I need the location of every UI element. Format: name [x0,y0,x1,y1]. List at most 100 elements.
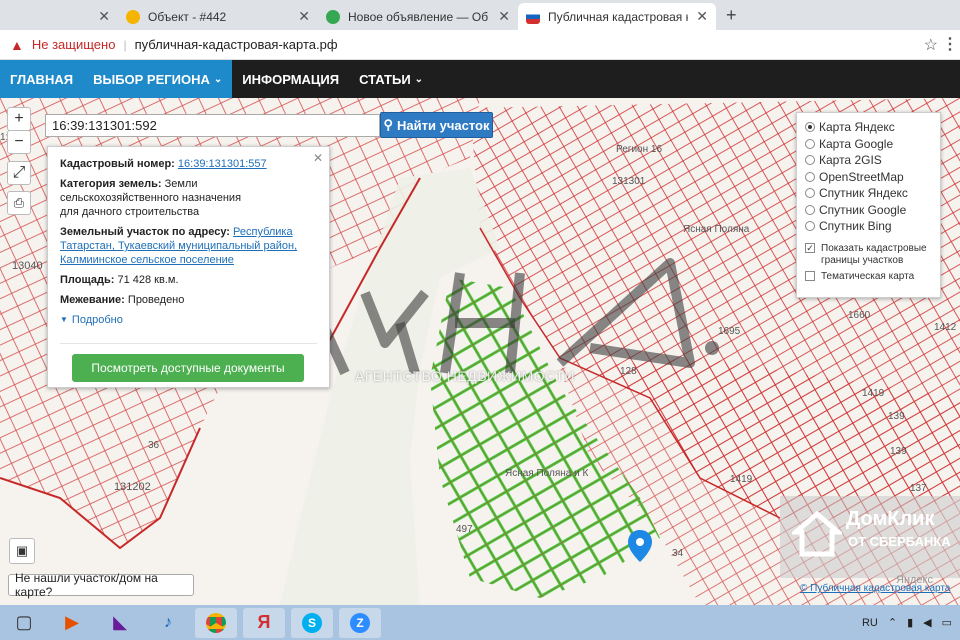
map-label: Регион 16 [616,144,663,155]
map-label: Ясная Поляна и К [505,468,589,479]
layer-osm[interactable]: OpenStreetMap [805,169,932,186]
system-tray: RU ⌃ ▮ ◀ ▭ [862,605,952,640]
tab-2[interactable]: Объект - #442 ✕ [118,3,318,30]
radio-icon[interactable] [805,221,815,232]
radio-icon[interactable] [805,122,815,133]
view-documents-button[interactable]: Посмотреть доступные документы [72,354,304,382]
radio-icon[interactable] [805,204,815,215]
tab-1[interactable]: ✕ [0,3,118,30]
nav-articles[interactable]: СТАТЬИ ⌄ [349,60,433,98]
taskbar-zoom[interactable]: Z [339,607,381,638]
thematic-label: Тематическая карта [821,270,915,282]
app-icon: ▢ [15,612,33,632]
zoom-in-button[interactable]: + [7,107,31,131]
nav-info-label: ИНФОРМАЦИЯ [242,71,340,87]
url-text[interactable]: публичная-кадастровая-карта.рф [135,37,338,52]
notification-icon[interactable]: ▭ [942,616,952,629]
close-icon[interactable]: ✕ [98,8,110,25]
flag-favicon [526,9,540,24]
checkbox-checked-icon[interactable]: ✓ [805,242,815,253]
layer-switcher: Карта Яндекс Карта Google Карта 2GIS Ope… [796,112,941,298]
nav-home-label: ГЛАВНАЯ [10,71,74,87]
layer-label: Карта Яндекс [819,120,895,135]
not-found-button[interactable]: Не нашли участок/дом на карте? [8,571,194,599]
layer-yandex-map[interactable]: Карта Яндекс [805,119,932,136]
layer-google-satellite[interactable]: Спутник Google [805,202,932,219]
measure-button[interactable]: ▣ [9,538,35,564]
print-button[interactable]: ⎙ [7,191,31,215]
menu-icon[interactable]: ⋮ [942,34,958,54]
map-label: 1419 [862,388,885,399]
survey-label: Межевание: [60,294,125,306]
tab-4[interactable]: Публичная кадастровая карта Р ✕ [518,3,716,30]
taskbar-speaker[interactable]: ♪ [147,608,189,638]
nav-region[interactable]: ВЫБОР РЕГИОНА ⌄ [83,60,233,98]
watermark-subtitle: АГЕНТСТВО НЕДВИЖИМОСТИ [355,368,575,384]
parcel-info-popup: ✕ Кадастровый номер: 16:39:131301:557 Ка… [47,146,330,388]
layer-label: Карта Google [819,136,894,151]
cadastral-search-input[interactable] [45,114,380,137]
chevron-up-icon[interactable]: ⌃ [888,616,897,629]
radio-icon[interactable] [805,188,815,199]
layer-google-map[interactable]: Карта Google [805,136,932,153]
fullscreen-button[interactable]: ⤢ [7,161,31,185]
radio-icon[interactable] [805,138,815,149]
zoom-out-button[interactable]: − [7,130,31,154]
chevron-down-icon: ⌄ [213,73,223,85]
layer-label: Спутник Google [819,202,907,217]
taskbar-start-app[interactable]: ▢ [3,608,45,638]
volume-icon[interactable]: ◀ [923,616,931,629]
domklik-subtitle: ОТ СБЕРБАНКА [848,534,951,549]
windows-taskbar: ▢ ▶ ◣ ♪ Я S Z RU ⌃ ▮ ◀ ▭ [0,605,960,640]
close-icon[interactable]: ✕ [313,151,323,165]
checkbox-icon[interactable] [805,270,815,281]
new-tab-button[interactable]: + [726,5,737,26]
cadastral-map[interactable]: Регион 16 131301 131202 Ясная Поляна Ясн… [0,98,960,605]
address-label: Земельный участок по адресу: [60,226,230,238]
nav-info[interactable]: ИНФОРМАЦИЯ [232,60,349,98]
close-icon[interactable]: ✕ [696,8,708,25]
map-label: 139 [890,446,907,457]
chevron-down-icon: ⌄ [414,73,424,85]
warning-icon[interactable]: ▲ [10,37,24,53]
tab-3[interactable]: Новое объявление — Объявле ✕ [318,3,518,30]
close-icon[interactable]: ✕ [498,8,510,25]
map-label: 139 [888,411,905,422]
map-label: 13040 [12,260,43,272]
address-bar[interactable]: ▲ Не защищено | публичная-кадастровая-ка… [0,30,960,60]
map-label: 131202 [114,481,151,493]
network-icon[interactable]: ▮ [907,616,913,629]
security-label[interactable]: Не защищено [32,37,116,52]
browser-tab-bar: ✕ Объект - #442 ✕ Новое объявление — Объ… [0,0,960,30]
show-borders-option[interactable]: ✓ Показать кадастровые границы участков [805,242,932,267]
radio-icon[interactable] [805,155,815,166]
area-value: 71 428 кв.м. [117,274,179,286]
taskbar-visual-studio[interactable]: ◣ [99,608,141,638]
taskbar-chrome[interactable] [195,607,237,638]
cad-number-link[interactable]: 16:39:131301:557 [178,158,267,170]
layer-2gis[interactable]: Карта 2GIS [805,152,932,169]
nav-home[interactable]: ГЛАВНАЯ [0,60,84,98]
divider [60,343,317,344]
map-label: 1419 [730,474,753,485]
map-label: 497 [456,524,473,535]
find-parcel-button[interactable]: ⚲ Найти участок [380,112,493,138]
layer-yandex-satellite[interactable]: Спутник Яндекс [805,185,932,202]
map-label: Ясная Поляна [683,224,750,235]
language-indicator[interactable]: RU [862,617,878,629]
category-label: Категория земель: [60,178,162,190]
star-icon[interactable]: ☆ [924,35,938,55]
more-details-link[interactable]: ▼ Подробно [60,313,317,327]
survey-value: Проведено [127,294,185,306]
taskbar-media-player[interactable]: ▶ [51,608,93,638]
layer-bing-satellite[interactable]: Спутник Bing [805,218,932,235]
taskbar-skype[interactable]: S [291,607,333,638]
attribution-link[interactable]: © Публичная кадастровая карта [800,583,950,594]
taskbar-yandex[interactable]: Я [243,607,285,638]
radio-icon[interactable] [805,171,815,182]
close-icon[interactable]: ✕ [298,8,310,25]
tab-label: Новое объявление — Объявле [348,9,488,24]
thematic-map-option[interactable]: Тематическая карта [805,270,932,283]
category-value-2: для дачного строительства [60,206,200,218]
layer-label: Спутник Bing [819,219,892,234]
